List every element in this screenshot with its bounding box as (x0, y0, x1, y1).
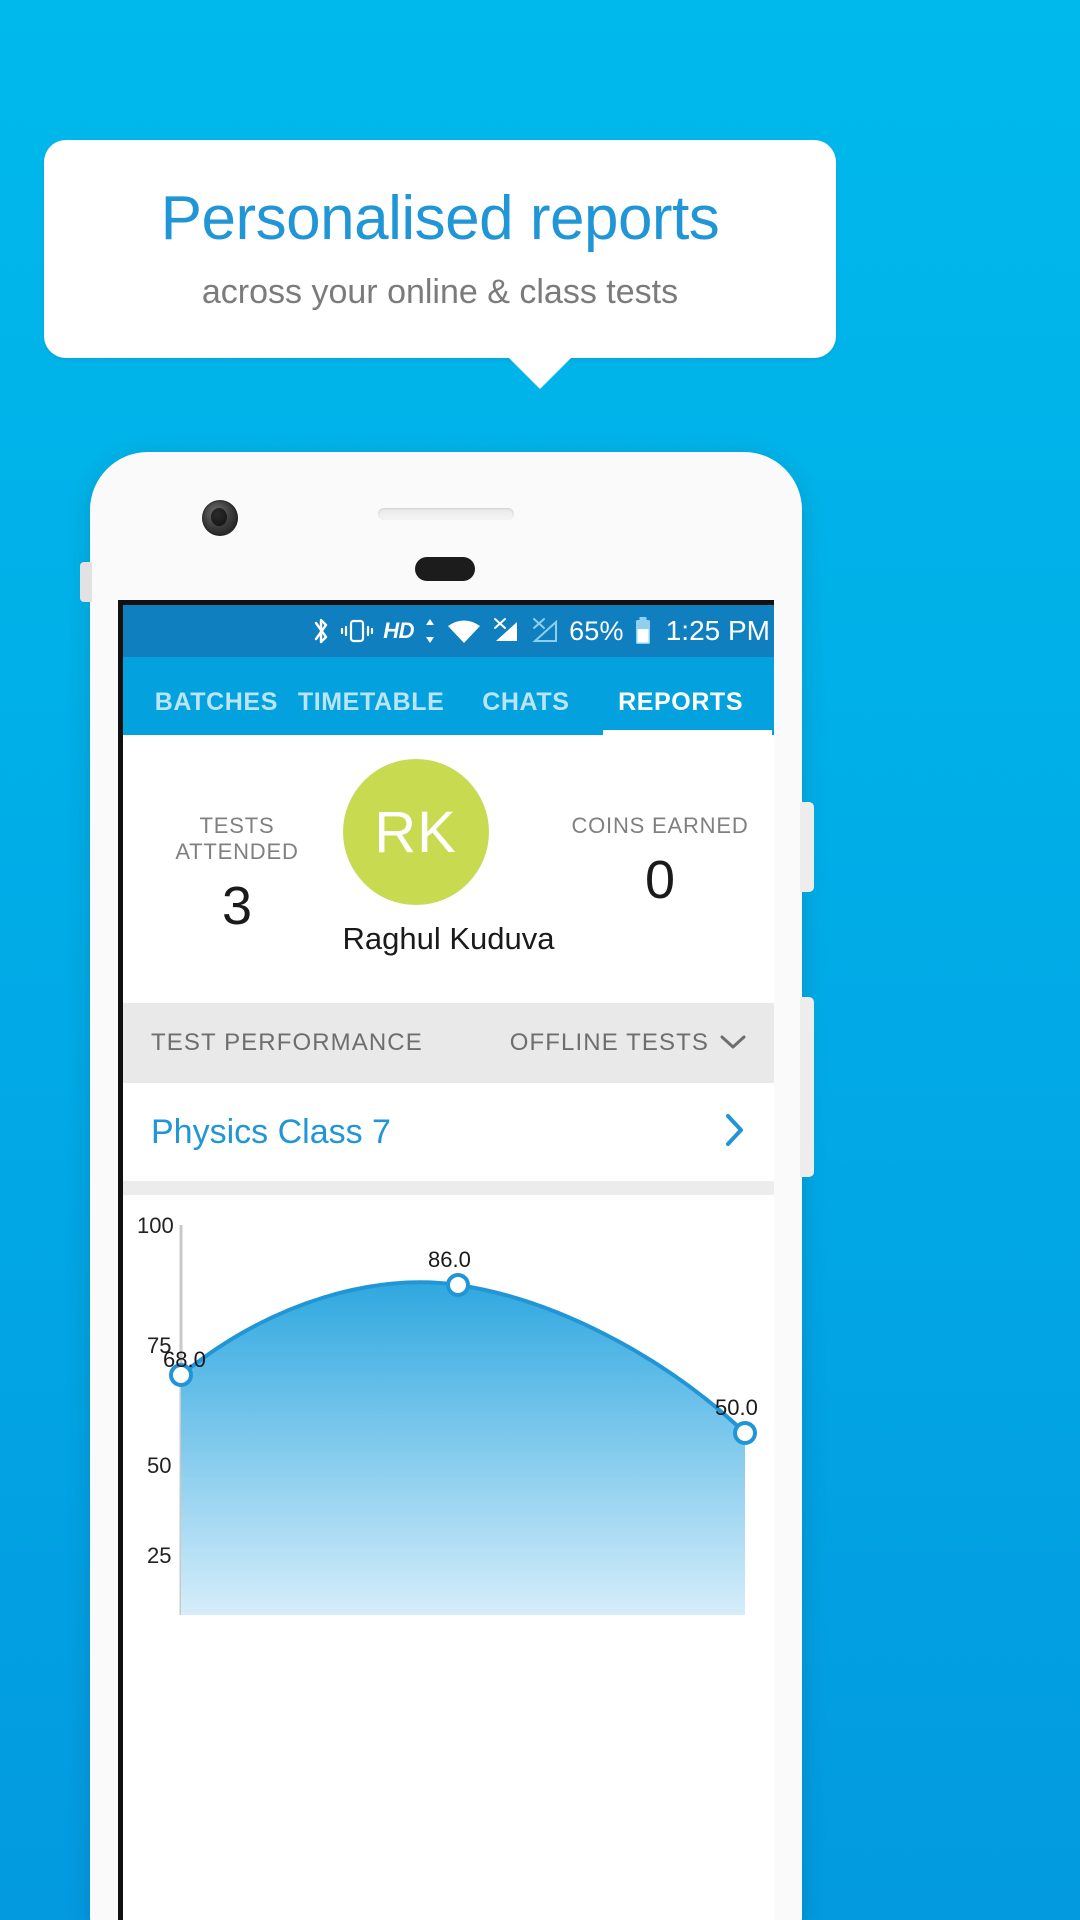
phone-volume-button (800, 997, 814, 1177)
phone-mockup: HD 65% 1:25 PM BATCHES TIMETABLE CHATS R… (80, 452, 814, 1920)
tests-attended-value: 3 (221, 876, 253, 936)
tests-attended-label: TESTS ATTENDED (175, 813, 299, 864)
class-row-physics-class-7[interactable]: Physics Class 7 (123, 1083, 774, 1181)
chart-area-fill (181, 1282, 745, 1615)
hd-voice-label: HD (383, 618, 415, 643)
battery-icon (633, 616, 653, 646)
status-bar: HD 65% 1:25 PM (123, 605, 774, 657)
chevron-down-icon (720, 1029, 746, 1057)
y-tick-50: 50 (147, 1453, 172, 1478)
stat-tests-attended: TESTS ATTENDED 3 (137, 735, 337, 937)
wifi-icon (446, 617, 482, 645)
tab-batches[interactable]: BATCHES (139, 688, 294, 735)
chart-point-3[interactable] (733, 1421, 757, 1445)
performance-chart: 100 75 50 25 68.0 86.0 50.0 (123, 1195, 774, 1615)
avatar[interactable]: RK (342, 759, 489, 905)
chevron-right-icon[interactable] (724, 1113, 746, 1152)
profile-summary: TESTS ATTENDED 3 RK Raghul Kuduva COINS … (123, 735, 774, 1003)
phone-screen: HD 65% 1:25 PM BATCHES TIMETABLE CHATS R… (118, 600, 774, 1920)
chart-point-label-2: 86.0 (428, 1247, 471, 1272)
test-performance-header: TEST PERFORMANCE OFFLINE TESTS (123, 1003, 774, 1083)
tab-chats[interactable]: CHATS (449, 688, 604, 735)
y-tick-25: 25 (147, 1543, 172, 1568)
vibrate-icon (340, 617, 374, 645)
data-transfer-icon (423, 617, 437, 645)
offline-tests-filter[interactable]: OFFLINE TESTS (510, 1029, 746, 1057)
chart-point-label-1: 68.0 (163, 1347, 206, 1372)
tab-reports[interactable]: REPORTS (603, 688, 772, 735)
battery-percent-label: 65% (569, 615, 624, 646)
filter-label: OFFLINE TESTS (509, 1029, 709, 1056)
class-name-label: Physics Class 7 (151, 1112, 391, 1151)
front-camera-icon (202, 500, 238, 536)
tab-timetable[interactable]: TIMETABLE (294, 688, 449, 735)
signal-no-service-icon (491, 617, 521, 645)
clock-label: 1:25 PM (665, 615, 770, 646)
tab-bar: BATCHES TIMETABLE CHATS REPORTS (123, 657, 774, 735)
section-title: TEST PERFORMANCE (151, 1029, 423, 1056)
stat-coins-earned: COINS EARNED 0 (560, 735, 760, 911)
phone-power-button (800, 802, 814, 892)
signal-no-service-icon (530, 617, 560, 645)
section-divider (123, 1181, 774, 1195)
promo-title: Personalised reports (160, 183, 720, 253)
chart-point-label-3: 50.0 (715, 1395, 758, 1420)
user-name: Raghul Kuduva (342, 921, 555, 956)
y-tick-100: 100 (137, 1213, 174, 1238)
camera-lens-icon (211, 508, 227, 526)
callout-tail-icon (508, 357, 572, 389)
promo-callout: Personalised reports across your online … (44, 140, 836, 358)
proximity-sensor-icon (415, 557, 475, 581)
chart-point-2[interactable] (446, 1273, 470, 1297)
promo-subtitle: across your online & class tests (201, 273, 679, 312)
avatar-block: RK Raghul Kuduva (342, 759, 555, 957)
phone-left-button (80, 562, 92, 602)
coins-earned-label: COINS EARNED (571, 813, 749, 838)
earpiece-speaker-icon (378, 508, 514, 520)
bluetooth-icon (311, 616, 331, 646)
coins-earned-value: 0 (644, 850, 676, 910)
